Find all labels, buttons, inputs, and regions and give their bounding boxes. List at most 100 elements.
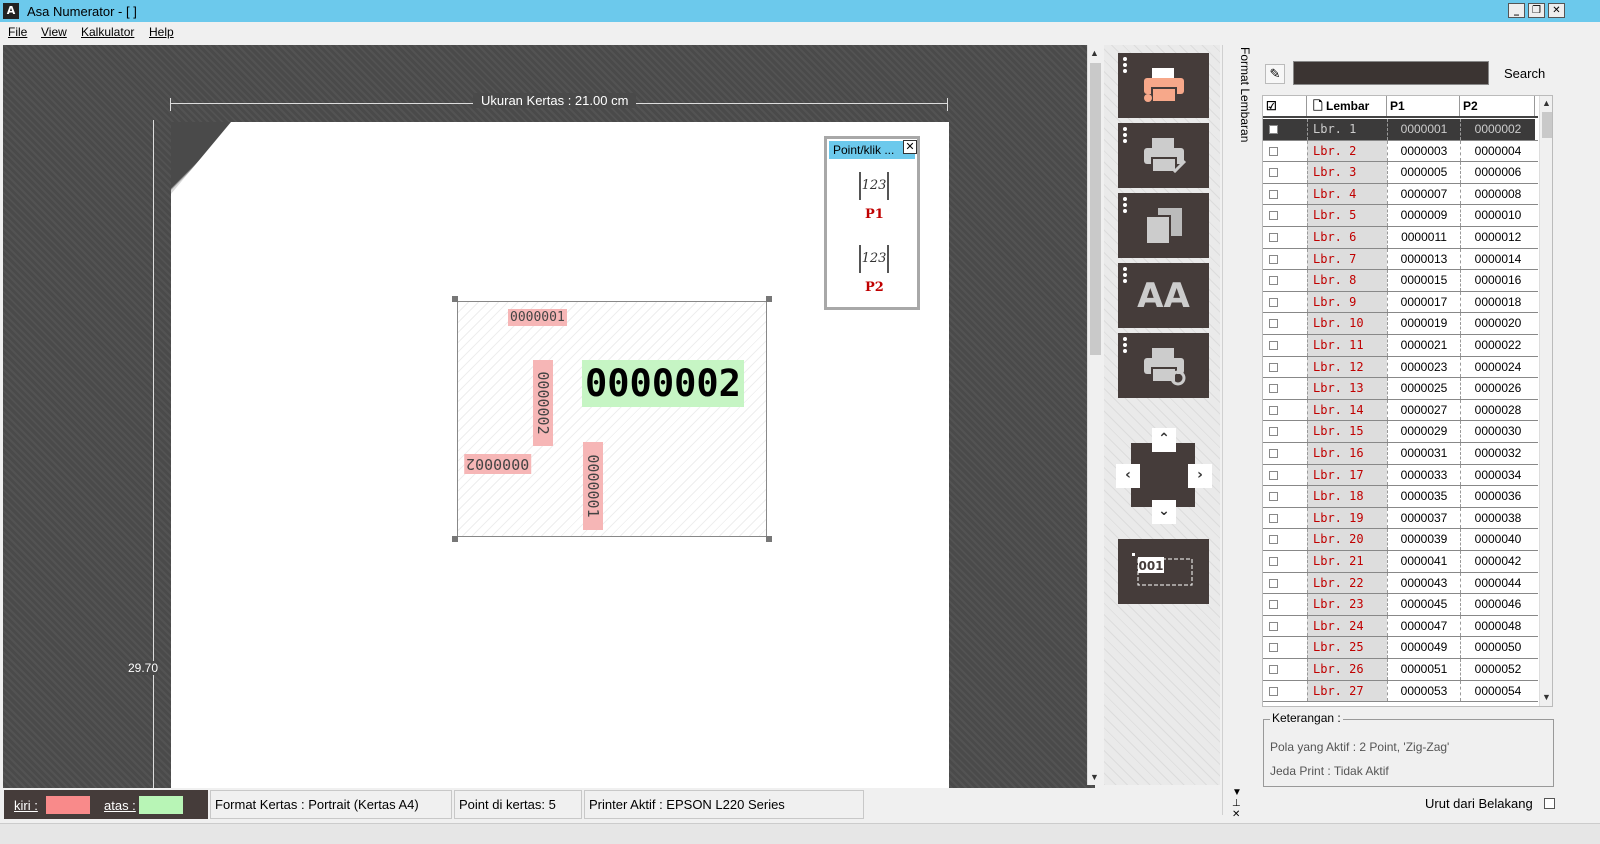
search-button[interactable]: Search	[1504, 66, 1545, 81]
row-checkbox[interactable]	[1269, 189, 1278, 199]
table-row[interactable]: Lbr. 13 0000025 0000026	[1263, 378, 1538, 400]
number-point-horizontal[interactable]: 0000001	[508, 309, 567, 326]
column-header-lembar[interactable]: 🗋 Lembar	[1307, 96, 1387, 116]
move-left-button[interactable]: ‹	[1116, 464, 1140, 488]
row-checkbox[interactable]	[1269, 405, 1278, 415]
table-row[interactable]: Lbr. 6 0000011 0000012	[1263, 227, 1538, 249]
column-header-p2[interactable]: P2	[1460, 96, 1535, 116]
table-row[interactable]: Lbr. 24 0000047 0000048	[1263, 615, 1538, 638]
row-checkbox[interactable]	[1269, 600, 1278, 610]
number-label-box[interactable]: 0000001 0000002 0000002 0000002 0000001	[452, 296, 772, 542]
table-row[interactable]: Lbr. 17 0000033 0000034	[1263, 464, 1538, 487]
number-point-vertical-2[interactable]: 0000001	[583, 442, 603, 530]
table-row[interactable]: Lbr. 20 0000039 0000040	[1263, 529, 1538, 551]
table-row[interactable]: Lbr. 11 0000021 0000022	[1263, 335, 1538, 357]
row-checkbox[interactable]	[1269, 254, 1278, 264]
resize-handle-bl[interactable]	[452, 536, 458, 542]
number-point-rotated[interactable]: 0000002	[464, 454, 532, 474]
pin-icon[interactable]: ▼ ⊥ ✕	[1232, 787, 1242, 820]
table-row[interactable]: Lbr. 1 0000001 0000002	[1263, 119, 1538, 141]
row-checkbox[interactable]	[1269, 449, 1278, 458]
row-checkbox[interactable]	[1269, 384, 1278, 394]
table-row[interactable]: Lbr. 18 0000035 0000036	[1263, 486, 1538, 508]
restore-button[interactable]: ❐	[1528, 3, 1545, 18]
number-point-vertical-1[interactable]: 0000002	[533, 360, 553, 446]
table-row[interactable]: Lbr. 12 0000023 0000024	[1263, 356, 1538, 379]
table-row[interactable]: Lbr. 5 0000009 0000010	[1263, 205, 1538, 227]
table-row[interactable]: Lbr. 9 0000017 0000018	[1263, 291, 1538, 314]
atas-color-swatch[interactable]	[139, 796, 183, 814]
move-down-button[interactable]: ⌄	[1152, 500, 1176, 524]
menu-file[interactable]: File	[8, 25, 27, 39]
move-up-button[interactable]: ⌃	[1152, 428, 1176, 452]
row-checkbox[interactable]	[1269, 276, 1278, 286]
font-button[interactable]: AA	[1118, 263, 1209, 328]
point-p2-label[interactable]: P2	[865, 280, 884, 295]
print-button[interactable]	[1118, 53, 1209, 118]
row-checkbox[interactable]	[1269, 168, 1278, 178]
minimize-button[interactable]: _	[1508, 3, 1525, 18]
row-checkbox[interactable]	[1269, 686, 1278, 696]
select-all-checkbox[interactable]: ☑	[1263, 96, 1307, 116]
row-checkbox[interactable]	[1269, 665, 1278, 674]
row-checkbox[interactable]	[1269, 513, 1278, 523]
number-point-large[interactable]: 0000002	[582, 360, 744, 407]
row-checkbox[interactable]	[1269, 211, 1278, 221]
column-header-p1[interactable]: P1	[1387, 96, 1460, 116]
kiri-color-swatch[interactable]	[46, 796, 90, 814]
app-icon[interactable]: A	[3, 3, 19, 19]
menu-help[interactable]: Help	[149, 25, 174, 39]
canvas-scroll-thumb[interactable]	[1090, 63, 1101, 355]
table-scrollbar[interactable]: ▲ ▼	[1539, 96, 1552, 706]
table-row[interactable]: Lbr. 21 0000041 0000042	[1263, 551, 1538, 573]
table-row[interactable]: Lbr. 19 0000037 0000038	[1263, 507, 1538, 530]
point-p2-icon[interactable]: 123	[859, 245, 889, 273]
canvas-workspace[interactable]: Ukuran Kertas : 21.00 cm 29.70 0000001 0…	[3, 45, 1095, 802]
popup-close-button[interactable]: ✕	[903, 140, 917, 154]
table-row[interactable]: Lbr. 15 0000029 0000030	[1263, 421, 1538, 443]
table-row[interactable]: Lbr. 3 0000005 0000006	[1263, 162, 1538, 184]
row-checkbox[interactable]	[1269, 341, 1278, 350]
resize-handle-tr[interactable]	[766, 296, 772, 302]
table-row[interactable]: Lbr. 4 0000007 0000008	[1263, 183, 1538, 206]
row-checkbox[interactable]	[1269, 492, 1278, 502]
table-row[interactable]: Lbr. 25 0000049 0000050	[1263, 637, 1538, 659]
row-checkbox[interactable]	[1269, 470, 1278, 480]
resize-handle-tl[interactable]	[452, 296, 458, 302]
numbering-label-button[interactable]: 001	[1118, 539, 1209, 604]
row-checkbox[interactable]	[1269, 621, 1278, 631]
row-checkbox[interactable]	[1269, 297, 1278, 307]
row-checkbox[interactable]	[1269, 578, 1278, 588]
table-row[interactable]: Lbr. 22 0000043 0000044	[1263, 572, 1538, 595]
point-p1-label[interactable]: P1	[865, 207, 884, 222]
menu-view[interactable]: View	[41, 25, 67, 39]
search-input[interactable]	[1293, 61, 1489, 85]
row-checkbox[interactable]	[1269, 643, 1278, 653]
scroll-down-icon[interactable]: ▼	[1542, 692, 1551, 702]
scroll-up-icon[interactable]: ▲	[1090, 48, 1099, 58]
copy-pages-button[interactable]	[1118, 193, 1209, 258]
format-lembaran-tab[interactable]: Format Lembaran	[1222, 45, 1252, 815]
print-check-button[interactable]	[1118, 123, 1209, 188]
table-row[interactable]: Lbr. 23 0000045 0000046	[1263, 594, 1538, 616]
row-checkbox[interactable]	[1269, 427, 1278, 437]
table-row[interactable]: Lbr. 7 0000013 0000014	[1263, 248, 1538, 271]
table-row[interactable]: Lbr. 16 0000031 0000032	[1263, 443, 1538, 465]
table-row[interactable]: Lbr. 2 0000003 0000004	[1263, 140, 1538, 163]
row-checkbox[interactable]	[1269, 146, 1278, 156]
scroll-up-icon[interactable]: ▲	[1542, 98, 1551, 108]
resize-handle-br[interactable]	[766, 536, 772, 542]
row-checkbox[interactable]	[1269, 535, 1278, 545]
menu-kalkulator[interactable]: Kalkulator	[81, 25, 134, 39]
row-checkbox[interactable]	[1269, 319, 1278, 329]
row-checkbox[interactable]	[1269, 362, 1278, 372]
close-button[interactable]: ✕	[1548, 3, 1565, 18]
row-checkbox[interactable]	[1269, 125, 1278, 134]
move-right-button[interactable]: ›	[1188, 464, 1212, 488]
scroll-down-icon[interactable]: ▼	[1090, 772, 1099, 782]
table-row[interactable]: Lbr. 26 0000051 0000052	[1263, 659, 1538, 681]
canvas-scrollbar[interactable]: ▲ ▼	[1087, 45, 1102, 785]
row-checkbox[interactable]	[1269, 233, 1278, 242]
table-row[interactable]: Lbr. 27 0000053 0000054	[1263, 680, 1538, 703]
table-scroll-thumb[interactable]	[1542, 112, 1552, 138]
